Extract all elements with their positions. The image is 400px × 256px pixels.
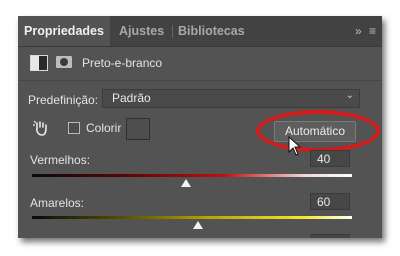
reds-value-field[interactable]: 40 <box>310 150 350 167</box>
preset-value: Padrão <box>112 91 151 105</box>
next-value-field[interactable] <box>310 234 350 238</box>
tint-color-swatch[interactable] <box>126 118 150 140</box>
preset-label: Predefinição: <box>28 93 99 107</box>
chevron-down-icon: ⌄ <box>345 90 354 101</box>
panel-menu-icon[interactable]: ≡ <box>369 24 376 38</box>
preset-dropdown[interactable]: Padrão ⌄ <box>102 89 360 108</box>
reds-gradient-ramp <box>32 174 352 177</box>
yellows-label: Amarelos: <box>30 196 85 210</box>
colorize-checkbox[interactable] <box>68 122 80 134</box>
layer-mask-icon[interactable] <box>56 56 72 68</box>
tab-bar: Propriedades Ajustes Bibliotecas » ≡ <box>18 16 382 47</box>
tab-adjustments[interactable]: Ajustes <box>119 16 164 46</box>
colorize-label: Colorir <box>86 121 122 135</box>
tab-libraries[interactable]: Bibliotecas <box>178 16 245 46</box>
highlight-ellipse <box>256 110 380 152</box>
targeted-adjustment-hand-icon[interactable] <box>32 119 50 137</box>
black-white-adjustment-icon <box>30 55 48 71</box>
adjustment-title: Preto-e-branco <box>82 56 163 70</box>
tab-properties[interactable]: Propriedades <box>18 16 110 46</box>
properties-panel: Propriedades Ajustes Bibliotecas » ≡ Pre… <box>18 16 382 238</box>
tab-divider <box>172 25 173 38</box>
mouse-cursor-icon <box>288 136 302 156</box>
reds-label: Vermelhos: <box>30 153 91 167</box>
adjustment-header: Preto-e-branco <box>18 46 382 81</box>
reds-slider-thumb[interactable] <box>180 179 191 187</box>
yellows-slider-thumb[interactable] <box>193 221 204 229</box>
tabbar-icons: » ≡ <box>351 16 376 46</box>
collapse-icon[interactable]: » <box>355 24 362 38</box>
yellows-value-field[interactable]: 60 <box>310 193 350 210</box>
yellows-gradient-ramp <box>32 216 352 219</box>
